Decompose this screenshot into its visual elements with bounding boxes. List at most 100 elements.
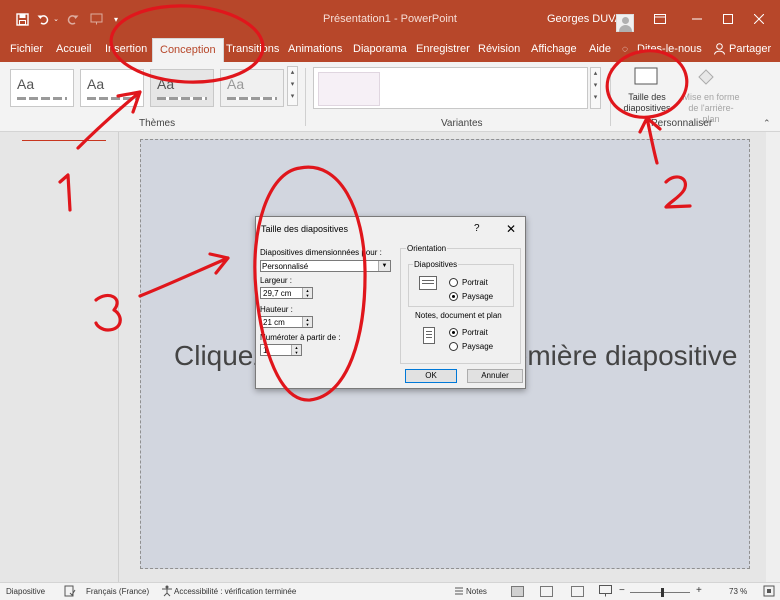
theme-thumbnail[interactable]: Aa [80, 69, 144, 107]
height-label: Hauteur : [260, 305, 293, 314]
ribbon-display-options-icon[interactable] [652, 11, 668, 27]
tab-revision[interactable]: Révision [473, 38, 525, 62]
close-icon[interactable] [752, 11, 766, 27]
theme-sample-text: Aa [87, 76, 105, 92]
ribbon-tabs: Fichier Accueil Insertion Conception Tra… [0, 38, 780, 62]
notes-icon [454, 586, 464, 598]
notes-toggle[interactable]: Notes [466, 587, 487, 596]
slides-orientation-label: Diapositives [413, 260, 459, 269]
tab-conception[interactable]: Conception [152, 38, 224, 62]
slide-indicator: Diapositive [6, 587, 46, 596]
tab-diaporama[interactable]: Diaporama [348, 38, 412, 62]
variants-gallery[interactable] [313, 67, 588, 109]
slide-size-button[interactable]: Taille des diapositives [619, 92, 675, 114]
theme-thumbnail[interactable]: Aa [10, 69, 74, 107]
tab-insertion[interactable]: Insertion [100, 38, 152, 62]
zoom-in-icon[interactable]: + [696, 585, 702, 596]
tab-animations[interactable]: Animations [283, 38, 347, 62]
tab-accueil[interactable]: Accueil [51, 38, 96, 62]
slides-portrait-radio[interactable] [449, 278, 458, 287]
theme-sample-text: Aa [227, 76, 245, 92]
number-from-label: Numéroter à partir de : [260, 333, 341, 342]
theme-sample-text: Aa [157, 76, 175, 92]
slides-portrait-label: Portrait [462, 278, 488, 287]
themes-gallery-scroll[interactable]: ▴ ▾ ▾ [287, 66, 298, 106]
format-background-icon [696, 67, 716, 90]
ok-button[interactable]: OK [405, 369, 457, 383]
sized-for-select[interactable]: Personnalisé ▼ [260, 260, 391, 272]
slide-size-icon [634, 66, 658, 89]
status-bar: Diapositive Français (France) Accessibil… [0, 582, 780, 600]
collapse-ribbon-icon[interactable]: ⌃ [763, 118, 771, 129]
tab-aide[interactable]: Aide [584, 38, 616, 62]
help-button[interactable]: ? [474, 223, 480, 234]
slide-sorter-icon[interactable] [540, 586, 553, 597]
spellcheck-icon[interactable] [64, 585, 76, 599]
variant-thumbnail[interactable] [318, 72, 380, 106]
height-value: 21 cm [263, 318, 285, 327]
slide-size-dialog: Taille des diapositives ? ✕ Diapositives… [255, 216, 526, 389]
tell-me-search[interactable]: Dites-le-nous [632, 38, 707, 62]
theme-thumbnail[interactable]: Aa [220, 69, 284, 107]
avatar[interactable] [616, 14, 634, 32]
notes-orientation-label: Notes, document et plan [415, 311, 502, 320]
maximize-icon[interactable] [721, 11, 735, 27]
sized-for-value: Personnalisé [262, 262, 309, 271]
minimize-icon[interactable] [690, 11, 704, 27]
language-indicator[interactable]: Français (France) [86, 587, 149, 596]
notes-portrait-label: Portrait [462, 328, 488, 337]
width-label: Largeur : [260, 276, 293, 285]
fit-to-window-icon[interactable] [763, 585, 775, 599]
number-from-field[interactable]: 1 ▲ ▼ [260, 344, 302, 356]
dialog-close-icon[interactable]: ✕ [506, 222, 516, 236]
dialog-title: Taille des diapositives [261, 224, 349, 234]
format-bg-label: Mise en forme [682, 92, 740, 102]
normal-view-icon[interactable] [511, 586, 524, 597]
slide-size-label: Taille des [628, 92, 666, 102]
tab-affichage[interactable]: Affichage [526, 38, 582, 62]
variants-gallery-scroll[interactable]: ▴ ▾ ▾ [590, 67, 601, 109]
slideshow-view-icon[interactable] [599, 585, 612, 599]
height-field[interactable]: 21 cm ▲ ▼ [260, 316, 313, 328]
chevron-down-icon[interactable]: ▼ [378, 261, 390, 271]
reading-view-icon[interactable] [571, 586, 584, 597]
landscape-page-icon [419, 276, 437, 290]
width-spinner[interactable]: ▲ ▼ [302, 288, 312, 298]
slide-size-label-2: diapositives [623, 103, 671, 113]
notes-landscape-radio[interactable] [449, 342, 458, 351]
accessibility-status[interactable]: Accessibilité : vérification terminée [174, 587, 296, 596]
title-bar: ⌄ ▾ Présentation1 - PowerPoint Georges D… [0, 0, 780, 38]
zoom-slider-thumb[interactable] [661, 588, 664, 597]
zoom-level[interactable]: 73 % [729, 587, 747, 596]
variants-group-label: Variantes [441, 118, 483, 129]
notes-portrait-radio[interactable] [449, 328, 458, 337]
zoom-out-icon[interactable]: − [619, 585, 625, 596]
customize-group-label: Personnaliser [651, 118, 713, 129]
sized-for-label: Diapositives dimensionnées pour : [260, 248, 382, 257]
slide-thumbnails-pane[interactable] [0, 132, 119, 582]
orientation-label: Orientation [406, 244, 448, 253]
notes-landscape-label: Paysage [462, 342, 494, 351]
width-field[interactable]: 29,7 cm ▲ ▼ [260, 287, 313, 299]
number-from-spinner[interactable]: ▲ ▼ [291, 345, 301, 355]
theme-thumbnail[interactable]: Aa [150, 69, 214, 107]
lightbulb-icon: ◌ [622, 44, 628, 55]
ribbon: Aa Aa Aa Aa ▴ ▾ ▾ Thèmes ▴ ▾ ▾ Variantes Tai… [0, 62, 780, 132]
group-separator [305, 68, 306, 126]
height-spinner[interactable]: ▲ ▼ [302, 317, 312, 327]
tab-fichier[interactable]: Fichier [5, 38, 48, 62]
vertical-scrollbar[interactable] [766, 132, 780, 582]
tab-transitions[interactable]: Transitions [221, 38, 284, 62]
themes-group-label: Thèmes [139, 118, 176, 129]
insertion-marker [22, 140, 106, 141]
group-separator [610, 68, 611, 126]
share-button[interactable]: Partager [724, 38, 776, 62]
number-from-value: 1 [263, 346, 268, 355]
cancel-button[interactable]: Annuler [467, 369, 523, 383]
zoom-slider[interactable] [630, 592, 690, 593]
slides-landscape-radio[interactable] [449, 292, 458, 301]
portrait-page-icon [423, 327, 435, 344]
tab-enregistrer[interactable]: Enregistrer [411, 38, 475, 62]
accessibility-icon[interactable] [161, 585, 173, 599]
theme-sample-text: Aa [17, 76, 35, 92]
